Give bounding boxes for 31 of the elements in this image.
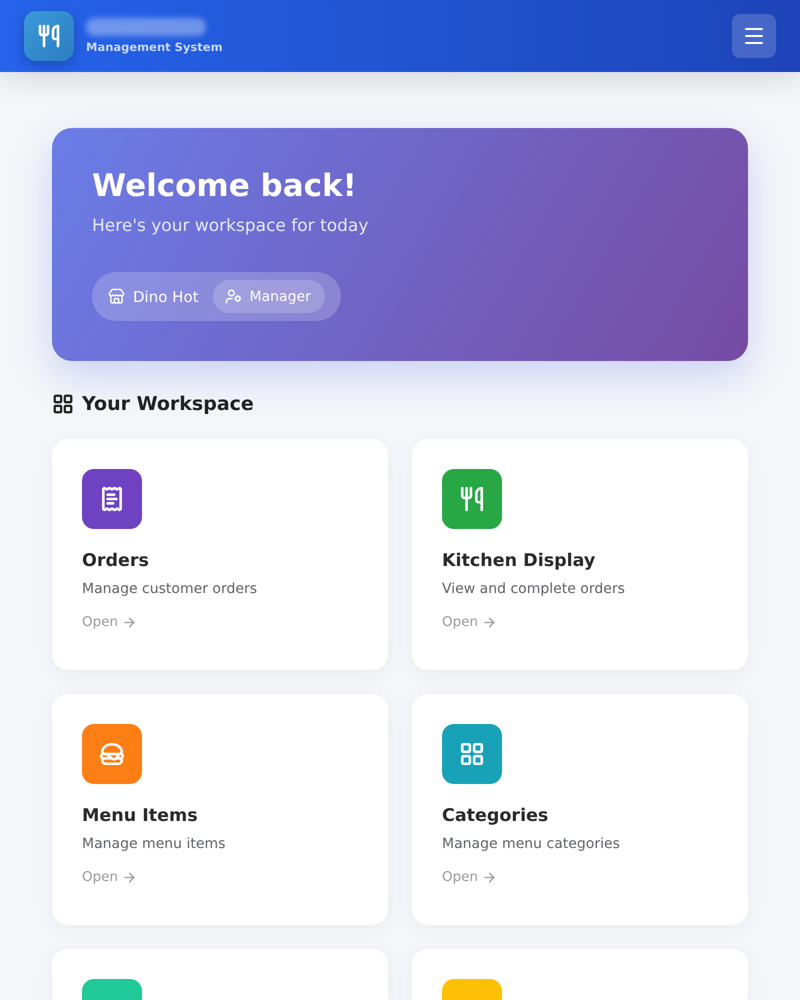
- app-subtitle: Management System: [86, 40, 223, 54]
- restaurant-name: Dino Hot: [108, 288, 199, 306]
- utensils-icon: [459, 486, 485, 512]
- section-title: Your Workspace: [82, 393, 254, 415]
- workspace-card[interactable]: Categories Manage menu categories Open: [412, 694, 748, 925]
- user-icon: [224, 288, 242, 305]
- workspace-card[interactable]: Orders Manage customer orders Open: [52, 439, 388, 670]
- grid-icon: [52, 393, 74, 415]
- card-description: View and complete orders: [442, 581, 625, 597]
- arrow-right-icon: [122, 870, 138, 884]
- card-title: Menu Items: [82, 806, 198, 826]
- card-description: Manage menu categories: [442, 836, 620, 852]
- grid-icon: [459, 741, 485, 767]
- welcome-title: Welcome back!: [92, 168, 357, 204]
- card-title: Kitchen Display: [442, 551, 596, 571]
- card-title: Orders: [82, 551, 149, 571]
- menu-button[interactable]: [732, 14, 776, 58]
- workspace-card[interactable]: Kitchen Display View and complete orders Open: [412, 439, 748, 670]
- card-description: Manage customer orders: [82, 581, 258, 597]
- card-title: Categories: [442, 806, 548, 826]
- receipt-icon: [99, 486, 125, 512]
- burger-icon: [99, 741, 125, 767]
- workspace-card[interactable]: Menu Items Manage menu items Open: [52, 694, 388, 925]
- welcome-subtitle: Here's your workspace for today: [92, 216, 368, 236]
- card-description: Manage menu items: [82, 836, 226, 852]
- arrow-right-icon: [482, 870, 498, 884]
- role-badge: Manager: [212, 280, 325, 313]
- store-icon: [108, 288, 125, 305]
- arrow-right-icon: [122, 614, 138, 630]
- utensils-icon: [37, 24, 61, 48]
- arrow-right-icon: [482, 614, 498, 630]
